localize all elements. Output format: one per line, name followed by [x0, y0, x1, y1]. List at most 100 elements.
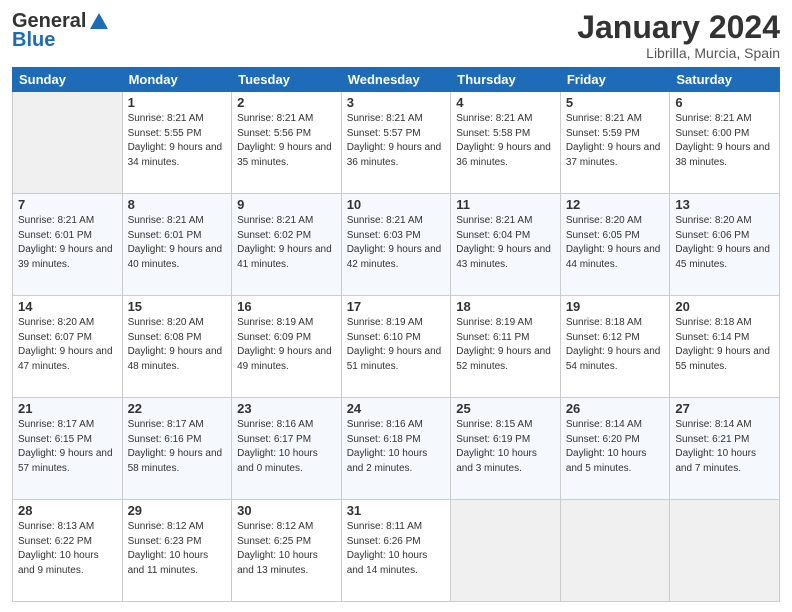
- day-number: 4: [456, 95, 555, 110]
- col-saturday: Saturday: [670, 68, 780, 92]
- table-row: 22 Sunrise: 8:17 AMSunset: 6:16 PMDayligh…: [122, 398, 232, 500]
- day-number: 11: [456, 197, 555, 212]
- day-info: Sunrise: 8:21 AMSunset: 5:56 PMDaylight:…: [237, 112, 336, 170]
- page-header: General Blue January 2024 Librilla, Murc…: [12, 10, 780, 61]
- title-block: January 2024 Librilla, Murcia, Spain: [577, 10, 780, 61]
- table-row: 17 Sunrise: 8:19 AMSunset: 6:10 PMDayligh…: [341, 296, 451, 398]
- day-number: 29: [128, 503, 227, 518]
- table-row: 18 Sunrise: 8:19 AMSunset: 6:11 PMDayligh…: [451, 296, 561, 398]
- day-number: 6: [675, 95, 774, 110]
- day-info: Sunrise: 8:18 AMSunset: 6:14 PMDaylight:…: [675, 316, 774, 374]
- day-info: Sunrise: 8:20 AMSunset: 6:06 PMDaylight:…: [675, 214, 774, 272]
- day-number: 20: [675, 299, 774, 314]
- table-row: 15Sunrise: 8:20 AMSunset: 6:08 PMDayligh…: [122, 296, 232, 398]
- table-row: 25 Sunrise: 8:15 AMSunset: 6:19 PMDayligh…: [451, 398, 561, 500]
- table-row: 21 Sunrise: 8:17 AMSunset: 6:15 PMDayligh…: [13, 398, 123, 500]
- day-number: 12: [566, 197, 665, 212]
- table-row: 27 Sunrise: 8:14 AMSunset: 6:21 PMDayligh…: [670, 398, 780, 500]
- day-info: Sunrise: 8:12 AMSunset: 6:25 PMDaylight:…: [237, 520, 336, 578]
- logo-icon: [88, 11, 110, 33]
- day-info: Sunrise: 8:16 AMSunset: 6:18 PMDaylight:…: [347, 418, 446, 476]
- day-info: Sunrise: 8:21 AMSunset: 6:00 PMDaylight:…: [675, 112, 774, 170]
- table-row: 10 Sunrise: 8:21 AMSunset: 6:03 PMDayligh…: [341, 194, 451, 296]
- day-number: 15: [128, 299, 227, 314]
- day-info: Sunrise: 8:14 AMSunset: 6:21 PMDaylight:…: [675, 418, 774, 476]
- day-number: 5: [566, 95, 665, 110]
- day-number: 9: [237, 197, 336, 212]
- table-row: [670, 500, 780, 602]
- col-friday: Friday: [560, 68, 670, 92]
- day-info: Sunrise: 8:14 AMSunset: 6:20 PMDaylight:…: [566, 418, 665, 476]
- table-row: 7 Sunrise: 8:21 AMSunset: 6:01 PMDaylight…: [13, 194, 123, 296]
- day-number: 27: [675, 401, 774, 416]
- table-row: 11Sunrise: 8:21 AMSunset: 6:04 PMDayligh…: [451, 194, 561, 296]
- day-info: Sunrise: 8:17 AMSunset: 6:16 PMDaylight:…: [128, 418, 227, 476]
- day-info: Sunrise: 8:21 AMSunset: 5:55 PMDaylight:…: [128, 112, 227, 170]
- calendar-week-row: 21 Sunrise: 8:17 AMSunset: 6:15 PMDayligh…: [13, 398, 780, 500]
- table-row: 2Sunrise: 8:21 AMSunset: 5:56 PMDaylight…: [232, 92, 342, 194]
- col-thursday: Thursday: [451, 68, 561, 92]
- table-row: 9 Sunrise: 8:21 AMSunset: 6:02 PMDaylight…: [232, 194, 342, 296]
- day-info: Sunrise: 8:19 AMSunset: 6:09 PMDaylight:…: [237, 316, 336, 374]
- day-info: Sunrise: 8:21 AMSunset: 6:01 PMDaylight:…: [18, 214, 117, 272]
- calendar-week-row: 1 Sunrise: 8:21 AMSunset: 5:55 PMDaylight…: [13, 92, 780, 194]
- day-info: Sunrise: 8:20 AMSunset: 6:07 PMDaylight:…: [18, 316, 117, 374]
- table-row: [560, 500, 670, 602]
- table-row: 5 Sunrise: 8:21 AMSunset: 5:59 PMDaylight…: [560, 92, 670, 194]
- day-info: Sunrise: 8:21 AMSunset: 5:58 PMDaylight:…: [456, 112, 555, 170]
- day-number: 30: [237, 503, 336, 518]
- table-row: 3Sunrise: 8:21 AMSunset: 5:57 PMDaylight…: [341, 92, 451, 194]
- day-number: 22: [128, 401, 227, 416]
- table-row: 24 Sunrise: 8:16 AMSunset: 6:18 PMDayligh…: [341, 398, 451, 500]
- table-row: 1 Sunrise: 8:21 AMSunset: 5:55 PMDaylight…: [122, 92, 232, 194]
- day-number: 7: [18, 197, 117, 212]
- day-number: 13: [675, 197, 774, 212]
- day-info: Sunrise: 8:15 AMSunset: 6:19 PMDaylight:…: [456, 418, 555, 476]
- table-row: 8Sunrise: 8:21 AMSunset: 6:01 PMDaylight…: [122, 194, 232, 296]
- day-number: 10: [347, 197, 446, 212]
- day-info: Sunrise: 8:17 AMSunset: 6:15 PMDaylight:…: [18, 418, 117, 476]
- day-number: 28: [18, 503, 117, 518]
- day-info: Sunrise: 8:21 AMSunset: 6:03 PMDaylight:…: [347, 214, 446, 272]
- page-container: General Blue January 2024 Librilla, Murc…: [0, 0, 792, 612]
- table-row: 29Sunrise: 8:12 AMSunset: 6:23 PMDayligh…: [122, 500, 232, 602]
- day-info: Sunrise: 8:13 AMSunset: 6:22 PMDaylight:…: [18, 520, 117, 578]
- day-info: Sunrise: 8:11 AMSunset: 6:26 PMDaylight:…: [347, 520, 446, 578]
- table-row: 26Sunrise: 8:14 AMSunset: 6:20 PMDayligh…: [560, 398, 670, 500]
- table-row: 31 Sunrise: 8:11 AMSunset: 6:26 PMDayligh…: [341, 500, 451, 602]
- day-info: Sunrise: 8:19 AMSunset: 6:10 PMDaylight:…: [347, 316, 446, 374]
- location: Librilla, Murcia, Spain: [577, 45, 780, 61]
- table-row: 4 Sunrise: 8:21 AMSunset: 5:58 PMDaylight…: [451, 92, 561, 194]
- table-row: 19Sunrise: 8:18 AMSunset: 6:12 PMDayligh…: [560, 296, 670, 398]
- day-info: Sunrise: 8:21 AMSunset: 6:02 PMDaylight:…: [237, 214, 336, 272]
- day-number: 21: [18, 401, 117, 416]
- calendar-week-row: 28 Sunrise: 8:13 AMSunset: 6:22 PMDayligh…: [13, 500, 780, 602]
- day-number: 25: [456, 401, 555, 416]
- table-row: 12 Sunrise: 8:20 AMSunset: 6:05 PMDayligh…: [560, 194, 670, 296]
- day-info: Sunrise: 8:20 AMSunset: 6:05 PMDaylight:…: [566, 214, 665, 272]
- table-row: 13 Sunrise: 8:20 AMSunset: 6:06 PMDayligh…: [670, 194, 780, 296]
- day-number: 1: [128, 95, 227, 110]
- day-info: Sunrise: 8:19 AMSunset: 6:11 PMDaylight:…: [456, 316, 555, 374]
- table-row: 6 Sunrise: 8:21 AMSunset: 6:00 PMDaylight…: [670, 92, 780, 194]
- table-row: 16Sunrise: 8:19 AMSunset: 6:09 PMDayligh…: [232, 296, 342, 398]
- day-number: 24: [347, 401, 446, 416]
- table-row: 28 Sunrise: 8:13 AMSunset: 6:22 PMDayligh…: [13, 500, 123, 602]
- day-info: Sunrise: 8:21 AMSunset: 5:59 PMDaylight:…: [566, 112, 665, 170]
- day-number: 18: [456, 299, 555, 314]
- table-row: 23Sunrise: 8:16 AMSunset: 6:17 PMDayligh…: [232, 398, 342, 500]
- day-number: 31: [347, 503, 446, 518]
- table-row: 30 Sunrise: 8:12 AMSunset: 6:25 PMDayligh…: [232, 500, 342, 602]
- day-info: Sunrise: 8:16 AMSunset: 6:17 PMDaylight:…: [237, 418, 336, 476]
- col-sunday: Sunday: [13, 68, 123, 92]
- col-tuesday: Tuesday: [232, 68, 342, 92]
- col-monday: Monday: [122, 68, 232, 92]
- calendar-header-row: Sunday Monday Tuesday Wednesday Thursday…: [13, 68, 780, 92]
- month-title: January 2024: [577, 10, 780, 45]
- logo: General Blue: [12, 10, 110, 52]
- day-number: 19: [566, 299, 665, 314]
- table-row: [451, 500, 561, 602]
- day-info: Sunrise: 8:21 AMSunset: 5:57 PMDaylight:…: [347, 112, 446, 170]
- day-number: 17: [347, 299, 446, 314]
- calendar-week-row: 7 Sunrise: 8:21 AMSunset: 6:01 PMDaylight…: [13, 194, 780, 296]
